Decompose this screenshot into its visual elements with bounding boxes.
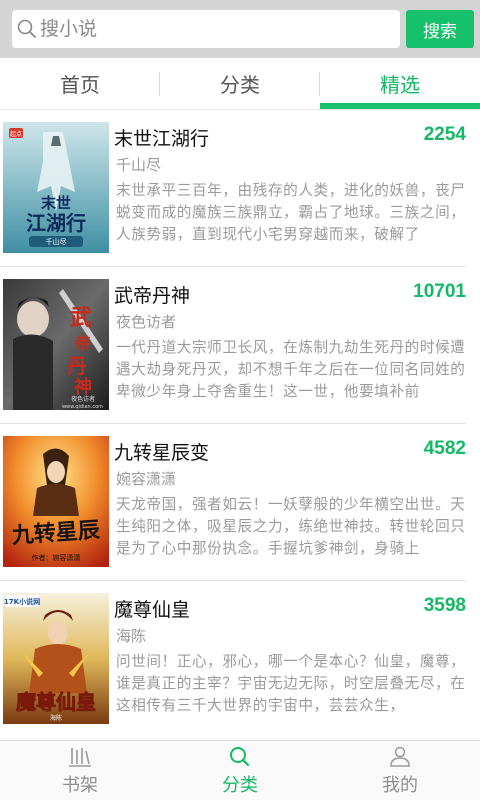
bottom-nav: 书架 分类 我的 (0, 740, 480, 800)
book-title[interactable]: 九转星辰变 (114, 438, 209, 465)
svg-text:作者：婉容潇潇: 作者：婉容潇潇 (32, 553, 81, 562)
tab-active-indicator (320, 103, 480, 109)
book-description: 问世间！正心，邪心，哪一个是本心？仙皇，魔尊，谁是真正的主宰？宇宙无边无际，时空… (116, 653, 466, 714)
cover-image-wudi: 武 帝 丹 神 夜色访者 www.qidian.com (3, 279, 109, 410)
book-title[interactable]: 武帝丹神 (114, 281, 190, 308)
cover-image-mozun: 17K小说网 魔尊仙皇 海陈 (3, 593, 109, 724)
search-box[interactable] (12, 10, 400, 48)
cover-image-jiuzhuan: 九转星辰 作者：婉容潇潇 (3, 436, 109, 567)
profile-icon (390, 746, 410, 767)
book-list: 起点 末世 江湖行 千山尽 末世江湖行 2254 千山尽 末世承平三百年，由残存… (0, 110, 480, 740)
search-icon (230, 747, 250, 767)
tab-category[interactable]: 分类 (160, 58, 320, 109)
book-count: 3598 (423, 595, 466, 616)
search-icon (17, 19, 36, 38)
book-count: 4582 (423, 438, 466, 459)
nav-label: 分类 (222, 775, 258, 796)
book-cover[interactable]: 起点 末世 江湖行 千山尽 (3, 122, 109, 253)
book-author: 千山尽 (116, 156, 162, 174)
book-description: 一代丹道大宗师卫长风，在炼制九劫生死丹的时候遭遇大劫身死丹灭，却不想千年之后在一… (116, 339, 466, 400)
cover-image-jianghu: 起点 末世 江湖行 千山尽 (3, 122, 109, 253)
book-description: 末世承平三百年，由残存的人类，进化的妖兽，丧尸蜕变而成的魔族三族鼎立，霸占了地球… (116, 182, 466, 243)
book-item[interactable]: 起点 末世 江湖行 千山尽 末世江湖行 2254 千山尽 末世承平三百年，由残存… (0, 110, 480, 267)
tab-label: 精选 (380, 73, 420, 97)
tab-home[interactable]: 首页 (0, 58, 160, 109)
svg-text:末世: 末世 (41, 194, 71, 212)
book-cover[interactable]: 17K小说网 魔尊仙皇 海陈 (3, 593, 109, 724)
nav-profile[interactable]: 我的 (320, 741, 480, 800)
book-author: 婉容潇潇 (116, 470, 177, 488)
search-input[interactable] (40, 18, 380, 40)
book-author: 海陈 (116, 627, 147, 645)
svg-text:千山尽: 千山尽 (46, 237, 67, 246)
svg-text:起点: 起点 (10, 130, 22, 138)
tab-label: 首页 (60, 73, 100, 97)
nav-category[interactable]: 分类 (160, 741, 320, 800)
tab-label: 分类 (220, 73, 260, 97)
book-cover[interactable]: 九转星辰 作者：婉容潇潇 (3, 436, 109, 567)
book-cover[interactable]: 武 帝 丹 神 夜色访者 www.qidian.com (3, 279, 109, 410)
svg-text:夜色访者: 夜色访者 (71, 395, 95, 403)
nav-bookshelf[interactable]: 书架 (0, 741, 160, 800)
search-button[interactable]: 搜索 (406, 10, 474, 48)
svg-text:海陈: 海陈 (50, 714, 62, 722)
book-author: 夜色访者 (116, 313, 177, 331)
svg-text:www.qidian.com: www.qidian.com (62, 404, 103, 410)
tab-bar: 首页 分类 精选 (0, 58, 480, 110)
svg-text:武: 武 (70, 306, 92, 331)
svg-text:江湖行: 江湖行 (26, 211, 86, 235)
book-item[interactable]: 九转星辰 作者：婉容潇潇 九转星辰变 4582 婉容潇潇 天龙帝国，强者如云！一… (0, 424, 480, 581)
book-title[interactable]: 末世江湖行 (114, 124, 209, 151)
svg-text:帝: 帝 (75, 334, 91, 353)
svg-text:神: 神 (74, 376, 92, 398)
svg-text:丹: 丹 (67, 354, 87, 378)
book-description: 天龙帝国，强者如云！一妖孽般的少年横空出世。天生纯阳之体，吸星辰之力，练绝世神技… (116, 496, 466, 557)
book-count: 2254 (423, 124, 466, 145)
svg-text:17K小说网: 17K小说网 (4, 597, 40, 606)
nav-label: 书架 (62, 775, 98, 796)
bookshelf-icon (69, 748, 91, 767)
svg-text:魔尊仙皇: 魔尊仙皇 (16, 690, 96, 714)
search-bar: 搜索 (0, 0, 480, 58)
book-item[interactable]: 武 帝 丹 神 夜色访者 www.qidian.com 武帝丹神 10701 夜… (0, 267, 480, 424)
book-item[interactable]: 17K小说网 魔尊仙皇 海陈 魔尊仙皇 3598 海陈 问世间！正心，邪心，哪一… (0, 581, 480, 738)
tab-featured[interactable]: 精选 (320, 58, 480, 109)
book-title[interactable]: 魔尊仙皇 (114, 595, 190, 622)
nav-label: 我的 (382, 775, 418, 796)
book-count: 10701 (413, 281, 466, 302)
